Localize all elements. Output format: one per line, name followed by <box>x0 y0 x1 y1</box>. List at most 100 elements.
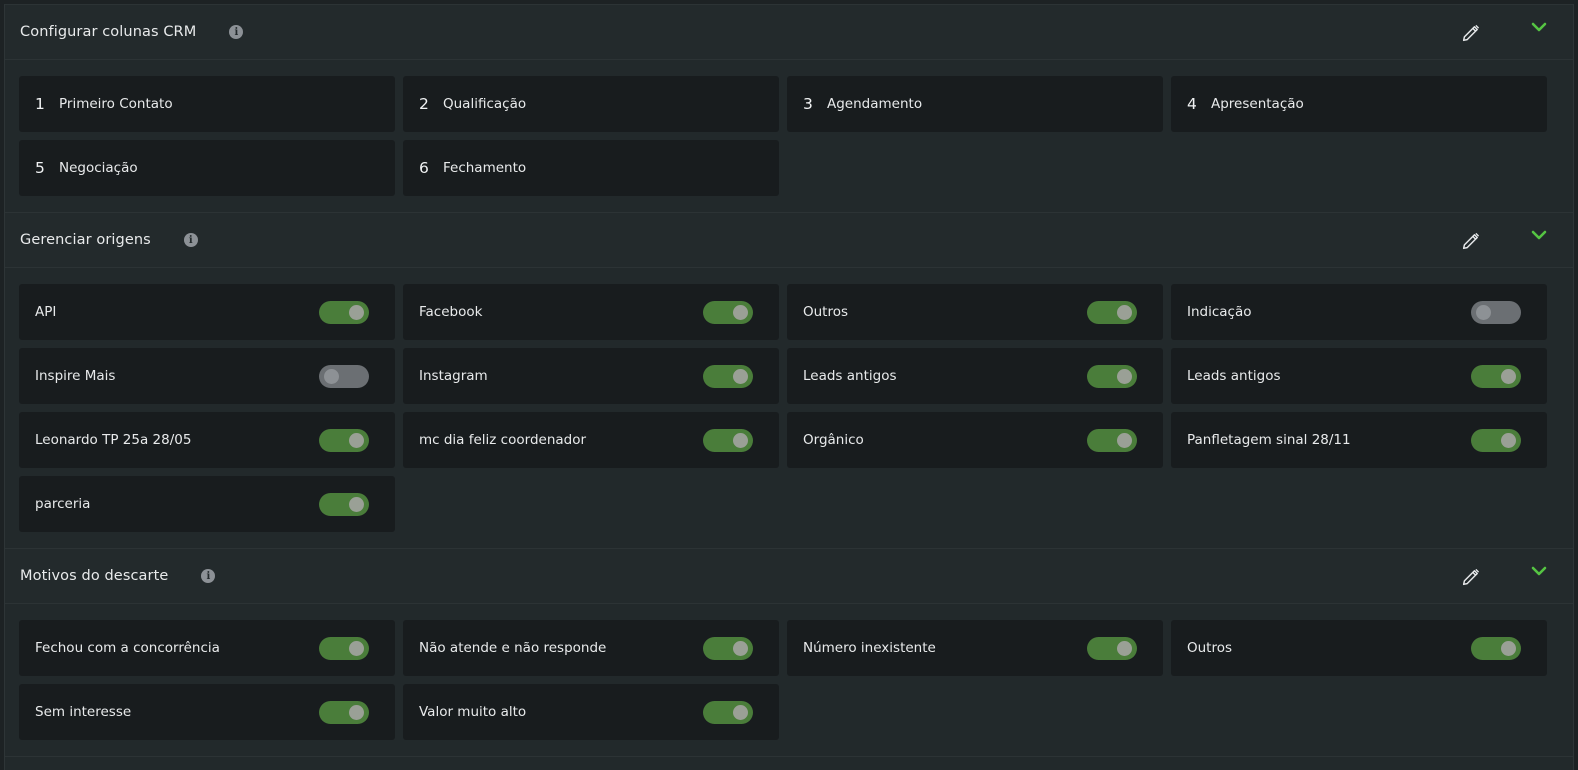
toggle-knob <box>733 641 748 656</box>
info-icon[interactable]: i <box>229 25 244 39</box>
toggle-switch[interactable] <box>319 429 369 452</box>
item-label: parceria <box>35 496 91 512</box>
toggle-card: parceria <box>19 476 395 532</box>
item-label: Inspire Mais <box>35 368 116 384</box>
settings-page: Configurar colunas CRM i 1 Primeiro Cont… <box>4 4 1574 770</box>
section-crm-columns: Configurar colunas CRM i 1 Primeiro Cont… <box>5 4 1573 212</box>
toggle-knob <box>349 433 364 448</box>
chevron-down-icon[interactable] <box>1529 17 1549 37</box>
toggle-card: Fechou com a concorrência <box>19 620 395 676</box>
toggle-knob <box>733 433 748 448</box>
item-label: Sem interesse <box>35 704 132 720</box>
column-label: Apresentação <box>1211 96 1304 112</box>
toggle-knob <box>1117 369 1132 384</box>
item-label: Orgânico <box>803 432 864 448</box>
column-number: 3 <box>803 95 813 113</box>
info-icon[interactable]: i <box>201 569 216 583</box>
column-number: 1 <box>35 95 45 113</box>
item-label: API <box>35 304 57 320</box>
crm-column-card[interactable]: 3 Agendamento <box>787 76 1163 132</box>
toggle-switch[interactable] <box>1471 365 1521 388</box>
section-origins: Gerenciar origens i API Facebook Outros Ind… <box>5 212 1573 548</box>
item-label: mc dia feliz coordenador <box>419 432 587 448</box>
origins-grid: API Facebook Outros Indicação Inspire Mais In… <box>5 268 1573 548</box>
item-label: Número inexistente <box>803 640 936 656</box>
item-label: Leads antigos <box>803 368 897 384</box>
toggle-switch[interactable] <box>319 365 369 388</box>
toggle-card: Facebook <box>403 284 779 340</box>
info-icon[interactable]: i <box>183 233 198 247</box>
toggle-switch[interactable] <box>703 701 753 724</box>
toggle-knob <box>349 641 364 656</box>
toggle-knob <box>1501 369 1516 384</box>
column-number: 5 <box>35 159 45 177</box>
toggle-switch[interactable] <box>1087 637 1137 660</box>
crm-column-card[interactable]: 2 Qualificação <box>403 76 779 132</box>
toggle-knob <box>324 369 339 384</box>
toggle-knob <box>1117 305 1132 320</box>
toggle-card: Sem interesse <box>19 684 395 740</box>
item-label: Leonardo TP 25a 28/05 <box>35 432 192 448</box>
pencil-edit-icon[interactable] <box>1460 22 1482 44</box>
column-label: Negociação <box>59 160 138 176</box>
item-label: Facebook <box>419 304 483 320</box>
section-header: Configurar colunas CRM i <box>5 5 1573 60</box>
discard-reasons-grid: Fechou com a concorrência Não atende e nã… <box>5 604 1573 756</box>
toggle-card: mc dia feliz coordenador <box>403 412 779 468</box>
item-label: Fechou com a concorrência <box>35 640 220 656</box>
toggle-switch[interactable] <box>703 301 753 324</box>
toggle-card: Panfletagem sinal 28/11 <box>1171 412 1547 468</box>
toggle-switch[interactable] <box>319 701 369 724</box>
toggle-knob <box>1117 433 1132 448</box>
item-label: Panfletagem sinal 28/11 <box>1187 432 1351 448</box>
pencil-edit-icon[interactable] <box>1460 566 1482 588</box>
columns-grid: 1 Primeiro Contato 2 Qualificação 3 Agen… <box>5 60 1573 212</box>
pencil-edit-icon[interactable] <box>1460 230 1482 252</box>
chevron-down-icon[interactable] <box>1529 225 1549 245</box>
crm-column-card[interactable]: 1 Primeiro Contato <box>19 76 395 132</box>
item-label: Outros <box>1187 640 1233 656</box>
toggle-switch[interactable] <box>1471 429 1521 452</box>
toggle-switch[interactable] <box>1087 301 1137 324</box>
toggle-switch[interactable] <box>1471 637 1521 660</box>
toggle-switch[interactable] <box>1087 365 1137 388</box>
toggle-switch[interactable] <box>1471 301 1521 324</box>
toggle-switch[interactable] <box>703 429 753 452</box>
item-label: Instagram <box>419 368 488 384</box>
crm-column-card[interactable]: 5 Negociação <box>19 140 395 196</box>
toggle-switch[interactable] <box>703 365 753 388</box>
toggle-card: Leads antigos <box>1171 348 1547 404</box>
item-label: Outros <box>803 304 849 320</box>
section-title: Configurar colunas CRM <box>20 24 197 40</box>
section-title: Motivos do descarte <box>20 568 169 584</box>
column-label: Primeiro Contato <box>59 96 173 112</box>
chevron-down-icon[interactable] <box>1529 561 1549 581</box>
toggle-switch[interactable] <box>1087 429 1137 452</box>
toggle-switch[interactable] <box>319 301 369 324</box>
item-label: Não atende e não responde <box>419 640 607 656</box>
toggle-card: Indicação <box>1171 284 1547 340</box>
toggle-card: Valor muito alto <box>403 684 779 740</box>
toggle-knob <box>1476 305 1491 320</box>
toggle-card: Outros <box>787 284 1163 340</box>
column-number: 4 <box>1187 95 1197 113</box>
toggle-card: API <box>19 284 395 340</box>
section-header: Motivos do descarte i <box>5 549 1573 604</box>
toggle-knob <box>1501 433 1516 448</box>
toggle-card: Leonardo TP 25a 28/05 <box>19 412 395 468</box>
section-divider <box>5 756 1573 757</box>
toggle-knob <box>349 705 364 720</box>
crm-column-card[interactable]: 4 Apresentação <box>1171 76 1547 132</box>
crm-column-card[interactable]: 6 Fechamento <box>403 140 779 196</box>
toggle-switch[interactable] <box>319 637 369 660</box>
toggle-card: Não atende e não responde <box>403 620 779 676</box>
toggle-knob <box>1117 641 1132 656</box>
column-label: Fechamento <box>443 160 527 176</box>
toggle-knob <box>1501 641 1516 656</box>
column-label: Qualificação <box>443 96 527 112</box>
item-label: Valor muito alto <box>419 704 527 720</box>
section-title: Gerenciar origens <box>20 232 151 248</box>
toggle-switch[interactable] <box>319 493 369 516</box>
toggle-switch[interactable] <box>703 637 753 660</box>
item-label: Indicação <box>1187 304 1252 320</box>
